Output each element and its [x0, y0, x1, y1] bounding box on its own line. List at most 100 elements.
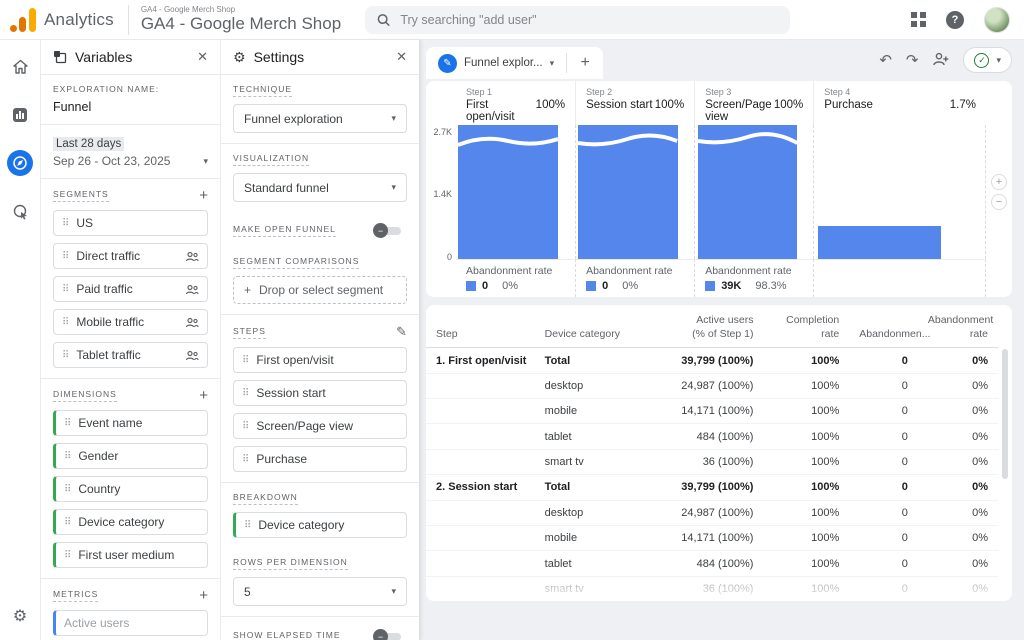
- settings-title: Settings: [254, 49, 389, 65]
- drag-handle-icon[interactable]: ⠿: [62, 218, 69, 229]
- zoom-in-icon[interactable]: +: [991, 174, 1007, 190]
- admin-gear-icon[interactable]: ⚙: [13, 606, 27, 626]
- undo-icon[interactable]: ↶: [879, 53, 892, 68]
- saved-status-button[interactable]: ✓ ▾: [963, 47, 1012, 73]
- step-bar-3[interactable]: [694, 125, 813, 259]
- date-preset[interactable]: Last 28 days: [53, 137, 124, 151]
- legend-swatch: [466, 281, 476, 291]
- table-row[interactable]: 1. First open/visitTotal 39,799 (100%)10…: [426, 348, 998, 373]
- table-row[interactable]: desktop 24,987 (100%)100% 00%: [426, 500, 998, 525]
- date-range-section[interactable]: Last 28 days Sep 26 - Oct 23, 2025 ▾: [41, 125, 220, 179]
- col-abandonments[interactable]: Abandonmen...: [849, 305, 918, 348]
- breakdown-label: BREAKDOWN: [233, 492, 298, 505]
- segment-item[interactable]: ⠿ Direct traffic: [53, 243, 208, 269]
- redo-icon[interactable]: ↷: [906, 53, 919, 68]
- add-metric-icon[interactable]: +: [199, 588, 208, 603]
- add-segment-icon[interactable]: +: [199, 188, 208, 203]
- elapsed-time-toggle[interactable]: −: [373, 630, 403, 640]
- share-add-user-icon[interactable]: [932, 52, 949, 69]
- segment-item[interactable]: ⠿ Mobile traffic: [53, 309, 208, 335]
- drag-handle-icon[interactable]: ⠿: [242, 388, 249, 399]
- drag-handle-icon[interactable]: ⠿: [64, 517, 71, 528]
- chevron-down-icon[interactable]: ▾: [203, 156, 208, 167]
- col-step[interactable]: Step: [426, 305, 535, 348]
- step-item[interactable]: ⠿ Session start: [233, 380, 407, 406]
- dimension-item[interactable]: ⠿ Device category: [53, 509, 208, 535]
- dimensions-label: DIMENSIONS: [53, 389, 117, 402]
- help-icon[interactable]: ?: [946, 11, 964, 29]
- step-item[interactable]: ⠿ Purchase: [233, 446, 407, 472]
- global-search[interactable]: [365, 6, 790, 34]
- step-bar-4[interactable]: [813, 125, 986, 259]
- dimension-item[interactable]: ⠿ Country: [53, 476, 208, 502]
- col-completion-rate[interactable]: Completion rate: [763, 305, 849, 348]
- col-device-category[interactable]: Device category: [535, 305, 638, 348]
- exploration-name-label: EXPLORATION NAME:: [53, 84, 208, 96]
- close-variables-icon[interactable]: ✕: [197, 49, 208, 65]
- add-dimension-icon[interactable]: +: [199, 388, 208, 403]
- avatar[interactable]: [984, 7, 1010, 33]
- drag-handle-icon[interactable]: ⠿: [242, 454, 249, 465]
- step-bar-2[interactable]: [575, 125, 694, 259]
- add-tab-button[interactable]: +: [567, 47, 603, 79]
- dimension-item[interactable]: ⠿ Event name: [53, 410, 208, 436]
- drag-handle-icon[interactable]: ⠿: [62, 317, 69, 328]
- drag-handle-icon[interactable]: ⠿: [62, 284, 69, 295]
- step-item[interactable]: ⠿ Screen/Page view: [233, 413, 407, 439]
- drag-handle-icon[interactable]: ⠿: [64, 451, 71, 462]
- dimension-item[interactable]: ⠿ Gender: [53, 443, 208, 469]
- step-header-1: Step 1 First open/visit100%: [456, 81, 575, 125]
- step-item[interactable]: ⠿ First open/visit: [233, 347, 407, 373]
- zoom-out-icon[interactable]: −: [991, 194, 1007, 210]
- rows-per-dimension-select[interactable]: 5 ▾: [233, 577, 407, 606]
- toggle-minus-icon: −: [373, 223, 388, 238]
- breakdown-item[interactable]: ⠿ Device category: [233, 512, 407, 538]
- drag-handle-icon[interactable]: ⠿: [64, 550, 71, 561]
- close-settings-icon[interactable]: ✕: [396, 49, 407, 65]
- table-row[interactable]: tablet 484 (100%)100% 00%: [426, 424, 998, 449]
- app-name: Analytics: [44, 10, 114, 30]
- drag-handle-icon[interactable]: ⠿: [64, 484, 71, 495]
- visualization-select[interactable]: Standard funnel ▾: [233, 173, 407, 202]
- step-bar-1[interactable]: [456, 125, 575, 259]
- tab-funnel-exploration[interactable]: ✎ Funnel explor... ▾: [426, 47, 566, 79]
- home-icon[interactable]: [7, 54, 33, 80]
- segment-item[interactable]: ⠿ Tablet traffic: [53, 342, 208, 368]
- explore-icon[interactable]: [7, 150, 33, 176]
- apps-grid-icon[interactable]: [911, 12, 926, 27]
- search-icon: [377, 13, 390, 27]
- property-switcher[interactable]: GA4 - Google Merch Shop GA4 - Google Mer…: [141, 6, 341, 33]
- segment-dropzone[interactable]: + Drop or select segment: [233, 276, 407, 304]
- drag-handle-icon[interactable]: ⠿: [242, 355, 249, 366]
- search-input[interactable]: [400, 13, 778, 27]
- table-row[interactable]: mobile 14,171 (100%)100% 00%: [426, 525, 998, 550]
- dimension-item[interactable]: ⠿ First user medium: [53, 542, 208, 568]
- reports-icon[interactable]: [7, 102, 33, 128]
- drag-handle-icon[interactable]: ⠿: [242, 421, 249, 432]
- toggle-minus-icon: −: [373, 629, 388, 640]
- drag-handle-icon[interactable]: ⠿: [62, 350, 69, 361]
- exploration-name-value[interactable]: Funnel: [53, 100, 208, 114]
- drag-handle-icon[interactable]: ⠿: [64, 418, 71, 429]
- advertising-icon[interactable]: [7, 198, 33, 224]
- table-row[interactable]: desktop 24,987 (100%)100% 00%: [426, 373, 998, 398]
- drag-handle-icon[interactable]: ⠿: [244, 520, 251, 531]
- edit-steps-icon[interactable]: ✎: [396, 324, 407, 340]
- rows-per-dimension-label: ROWS PER DIMENSION: [233, 557, 348, 570]
- col-abandonment-rate[interactable]: Abandonment rate: [918, 305, 998, 348]
- col-active-users[interactable]: Active users (% of Step 1): [638, 305, 764, 348]
- table-row[interactable]: tablet 484 (100%)100% 00%: [426, 551, 998, 576]
- table-row[interactable]: 2. Session startTotal 39,799 (100%)100% …: [426, 475, 998, 500]
- table-row[interactable]: mobile 14,171 (100%)100% 00%: [426, 399, 998, 424]
- table-scrollbar[interactable]: [1002, 349, 1008, 479]
- chevron-down-icon[interactable]: ▾: [550, 58, 555, 69]
- metric-item[interactable]: Active users: [53, 610, 208, 636]
- segment-item[interactable]: ⠿ Paid traffic: [53, 276, 208, 302]
- segment-item[interactable]: ⠿ US: [53, 210, 208, 236]
- variables-icon: [53, 50, 67, 64]
- table-row[interactable]: smart tv 36 (100%)100% 00%: [426, 449, 998, 474]
- abandonment-cell-3: Abandonment rate 39K 98.3%: [694, 259, 813, 297]
- technique-select[interactable]: Funnel exploration ▾: [233, 104, 407, 133]
- open-funnel-toggle[interactable]: −: [373, 224, 403, 237]
- drag-handle-icon[interactable]: ⠿: [62, 251, 69, 262]
